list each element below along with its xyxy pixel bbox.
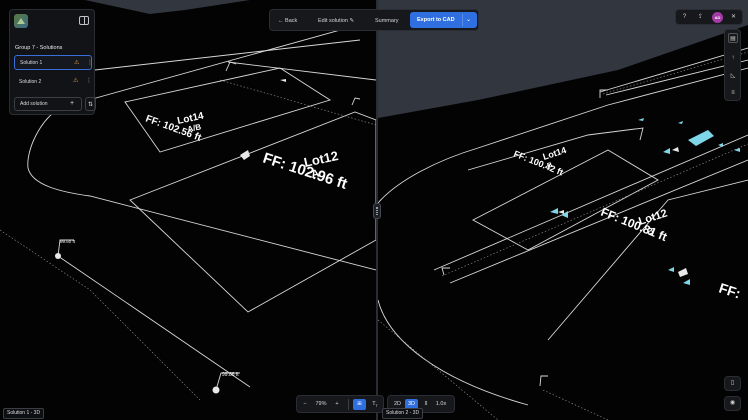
share-icon[interactable]: ⇪ — [696, 13, 705, 22]
right-3d-viewport[interactable]: Lot14 B FF: 100.42 ft Lot12 B FF: 100.81… — [378, 0, 748, 420]
zoom-out-button[interactable]: − — [300, 399, 310, 410]
arrow-left-icon: ← — [278, 18, 284, 24]
eye-icon: ◉ — [729, 400, 736, 406]
sidebar-icon: ▯ — [730, 380, 735, 386]
vertical-tools: ▤ ↑ ◺ ≡ — [724, 29, 741, 101]
speed-value[interactable]: 1.0x — [433, 399, 449, 410]
panel-toggle-button[interactable]: ▯ — [724, 376, 741, 391]
stack-icon[interactable]: ≡ — [728, 88, 738, 98]
collapse-panel-icon[interactable] — [79, 16, 89, 25]
solution-label: Solution 1 — [20, 59, 43, 66]
more-options-icon[interactable]: ⋮ — [87, 59, 93, 67]
back-label: Back — [285, 18, 298, 24]
solution-item-1[interactable]: Solution 1 ⚠ ⋮ — [14, 55, 93, 70]
zoom-toolbar: − 79% + ⊞ TT — [296, 395, 384, 413]
top-right-actions: ? ⇪ AD ✕ — [675, 9, 743, 25]
group-title: Group 7 - Solutions — [15, 45, 63, 51]
pencil-icon: ✎ — [349, 18, 355, 24]
spot-marker[interactable] — [212, 386, 220, 394]
avatar[interactable]: AD — [712, 12, 723, 23]
summary-button[interactable]: Summary — [375, 15, 399, 27]
sort-icon: ⇅ — [87, 101, 94, 108]
summary-label: Summary — [375, 18, 399, 24]
edit-solution-label: Edit solution — [318, 18, 348, 24]
toolbar-separator — [348, 399, 349, 410]
measure-icon[interactable]: ◺ — [728, 71, 738, 81]
chevron-down-icon[interactable]: ⌄ — [466, 12, 471, 28]
back-button[interactable]: ← Back — [278, 15, 297, 27]
vertical-scale-icon[interactable]: ⇕ — [422, 399, 430, 410]
zoom-value: 79% — [315, 401, 327, 407]
solution-item-2[interactable]: Solution 2 ⚠ ⋮ — [14, 74, 92, 89]
close-icon[interactable]: ✕ — [729, 13, 738, 22]
more-options-icon[interactable]: ⋮ — [86, 77, 92, 85]
export-separator — [462, 14, 463, 26]
visibility-button[interactable]: ◉ — [724, 396, 741, 411]
plus-icon: + — [70, 100, 75, 107]
text-tool-button[interactable]: TT — [369, 399, 381, 410]
right-scene-drawing: Lot14 B FF: 100.42 ft Lot12 B FF: 100.81… — [378, 0, 748, 420]
app-logo-icon — [14, 14, 28, 28]
spot-elevation: 99.60 ft — [60, 239, 76, 244]
export-label: Export to CAD — [417, 17, 455, 23]
grid-view-button[interactable]: ⊞ — [353, 399, 366, 410]
spot-elevation: 99.86 ft — [222, 372, 239, 378]
edit-solution-button[interactable]: Edit solution ✎ — [318, 15, 354, 27]
solutions-panel: Group 7 - Solutions Solution 1 ⚠ ⋮ Solut… — [9, 9, 96, 115]
add-solution-label: Add solution — [20, 101, 48, 107]
solution-label: Solution 2 — [19, 78, 42, 85]
warning-icon: ⚠ — [74, 60, 80, 66]
sort-button[interactable]: ⇅ — [85, 97, 96, 111]
lot-ff-label: FF: — [717, 280, 743, 302]
north-arrow-icon[interactable]: ↑ — [728, 53, 738, 63]
top-toolbar: ← Back Edit solution ✎ Summary Export to… — [269, 9, 479, 31]
zoom-in-button[interactable]: + — [332, 399, 342, 410]
layers-icon[interactable]: ▤ — [728, 33, 738, 43]
viewport-label-left: Solution 1 - 3D — [3, 408, 45, 419]
viewport-label-right: Solution 2 - 3D — [382, 408, 424, 419]
help-icon[interactable]: ? — [680, 13, 689, 22]
add-solution-button[interactable]: Add solution + — [14, 97, 82, 111]
spot-marker[interactable] — [55, 253, 61, 259]
export-to-cad-button[interactable]: Export to CAD ⌄ — [410, 12, 477, 28]
warning-icon: ⚠ — [73, 78, 79, 84]
divider-drag-handle[interactable] — [373, 203, 381, 219]
